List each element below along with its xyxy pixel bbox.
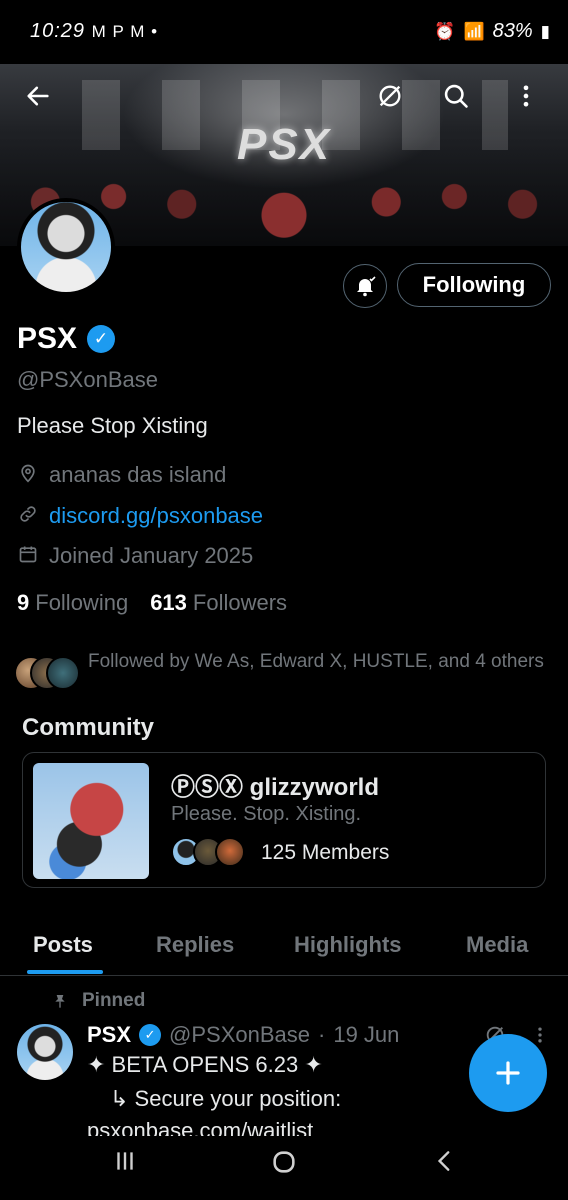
alarm-icon: ⏰: [434, 21, 456, 41]
community-card[interactable]: ⓅⓈⓍ glizzyworld Please. Stop. Xisting. 1…: [22, 752, 546, 888]
followed-by[interactable]: Followed by We As, Edward X, HUSTLE, and…: [14, 648, 554, 692]
profile-location: ananas das island: [17, 462, 226, 488]
banner-logo: PSX: [236, 120, 332, 169]
tab-highlights[interactable]: Highlights: [294, 932, 402, 958]
tab-replies[interactable]: Replies: [156, 932, 234, 958]
community-name: ⓅⓈⓍ glizzyworld: [171, 774, 380, 801]
post-text-line-1: ✦ BETA OPENS 6.23 ✦: [87, 1052, 323, 1077]
profile-tabs: Posts Replies Highlights Media: [0, 918, 568, 976]
more-vertical-icon: [523, 85, 529, 107]
pinned-label: Pinned: [52, 990, 145, 1012]
grok-button[interactable]: [370, 76, 410, 116]
notifications-button[interactable]: [343, 264, 387, 308]
active-tab-indicator: [27, 970, 103, 974]
avatar: [46, 656, 80, 690]
followers-stat[interactable]: 613 Followers: [150, 590, 287, 616]
plus-icon: [496, 1061, 520, 1085]
following-button[interactable]: Following: [397, 263, 551, 307]
following-stat[interactable]: 9 Following: [17, 590, 128, 616]
avatar: [215, 837, 245, 867]
search-icon: [444, 84, 468, 108]
search-button[interactable]: [436, 76, 476, 116]
bell-icon: [357, 276, 376, 297]
more-button[interactable]: [506, 76, 546, 116]
wifi-icon: 📶: [463, 21, 485, 41]
recent-apps-button[interactable]: [112, 1148, 138, 1182]
chevron-left-icon: [437, 1151, 450, 1171]
community-members: 125 Members: [171, 837, 389, 869]
home-icon: [273, 1151, 295, 1173]
status-time: 10:29 M P M •: [30, 20, 159, 42]
post-date[interactable]: 19 Jun: [333, 1022, 399, 1048]
tab-posts[interactable]: Posts: [33, 932, 93, 958]
calendar-icon: [17, 544, 39, 569]
website-link[interactable]: discord.gg/psxonbase: [49, 503, 263, 529]
status-right: ⏰ 📶 83% ▮: [434, 20, 550, 43]
profile-joined: Joined January 2025: [17, 543, 253, 569]
post-author-avatar[interactable]: [17, 1024, 73, 1080]
arrow-left-icon: [27, 86, 49, 106]
profile-handle: @PSXonBase: [17, 367, 158, 392]
status-bar: 10:29 M P M • ⏰ 📶 83% ▮: [0, 0, 568, 64]
post-header: PSX ✓ @PSXonBase · 19 Jun: [87, 1022, 399, 1048]
post-separator: ·: [318, 1022, 326, 1047]
profile-avatar[interactable]: [17, 198, 115, 296]
profile-name: PSX ✓: [17, 322, 116, 356]
back-button[interactable]: [18, 76, 58, 116]
profile-bio: Please Stop Xisting: [17, 413, 208, 438]
community-member-avatars: [171, 837, 251, 869]
post-author-name[interactable]: PSX: [87, 1022, 131, 1048]
community-section-title: Community: [22, 714, 154, 741]
tab-media[interactable]: Media: [466, 932, 528, 958]
location-pin-icon: [17, 463, 39, 488]
community-image: [33, 763, 149, 879]
compose-button[interactable]: [469, 1034, 547, 1112]
recent-apps-icon: [117, 1152, 133, 1170]
profile-website[interactable]: discord.gg/psxonbase: [17, 503, 263, 529]
verified-badge-icon: ✓: [139, 1024, 162, 1046]
verified-badge-icon[interactable]: ✓: [87, 325, 116, 353]
pin-icon: [55, 995, 65, 1008]
home-button[interactable]: [270, 1148, 298, 1184]
system-nav-bar: [0, 1136, 568, 1200]
followed-by-avatars: [14, 656, 80, 692]
post-text-line-2: ↳ Secure your position:: [110, 1086, 342, 1111]
notification-icons: M P M •: [91, 22, 159, 41]
post-author-handle: @PSXonBase: [169, 1022, 311, 1047]
grok-icon: [379, 85, 401, 107]
battery-level: 83%: [492, 20, 533, 42]
link-icon: [17, 504, 39, 529]
profile-stats: 9 Following 613 Followers: [17, 590, 287, 616]
battery-icon: ▮: [540, 21, 550, 41]
followed-by-text: Followed by We As, Edward X, HUSTLE, and…: [88, 651, 544, 672]
community-description: Please. Stop. Xisting.: [171, 803, 362, 825]
back-nav-button[interactable]: [432, 1148, 458, 1182]
